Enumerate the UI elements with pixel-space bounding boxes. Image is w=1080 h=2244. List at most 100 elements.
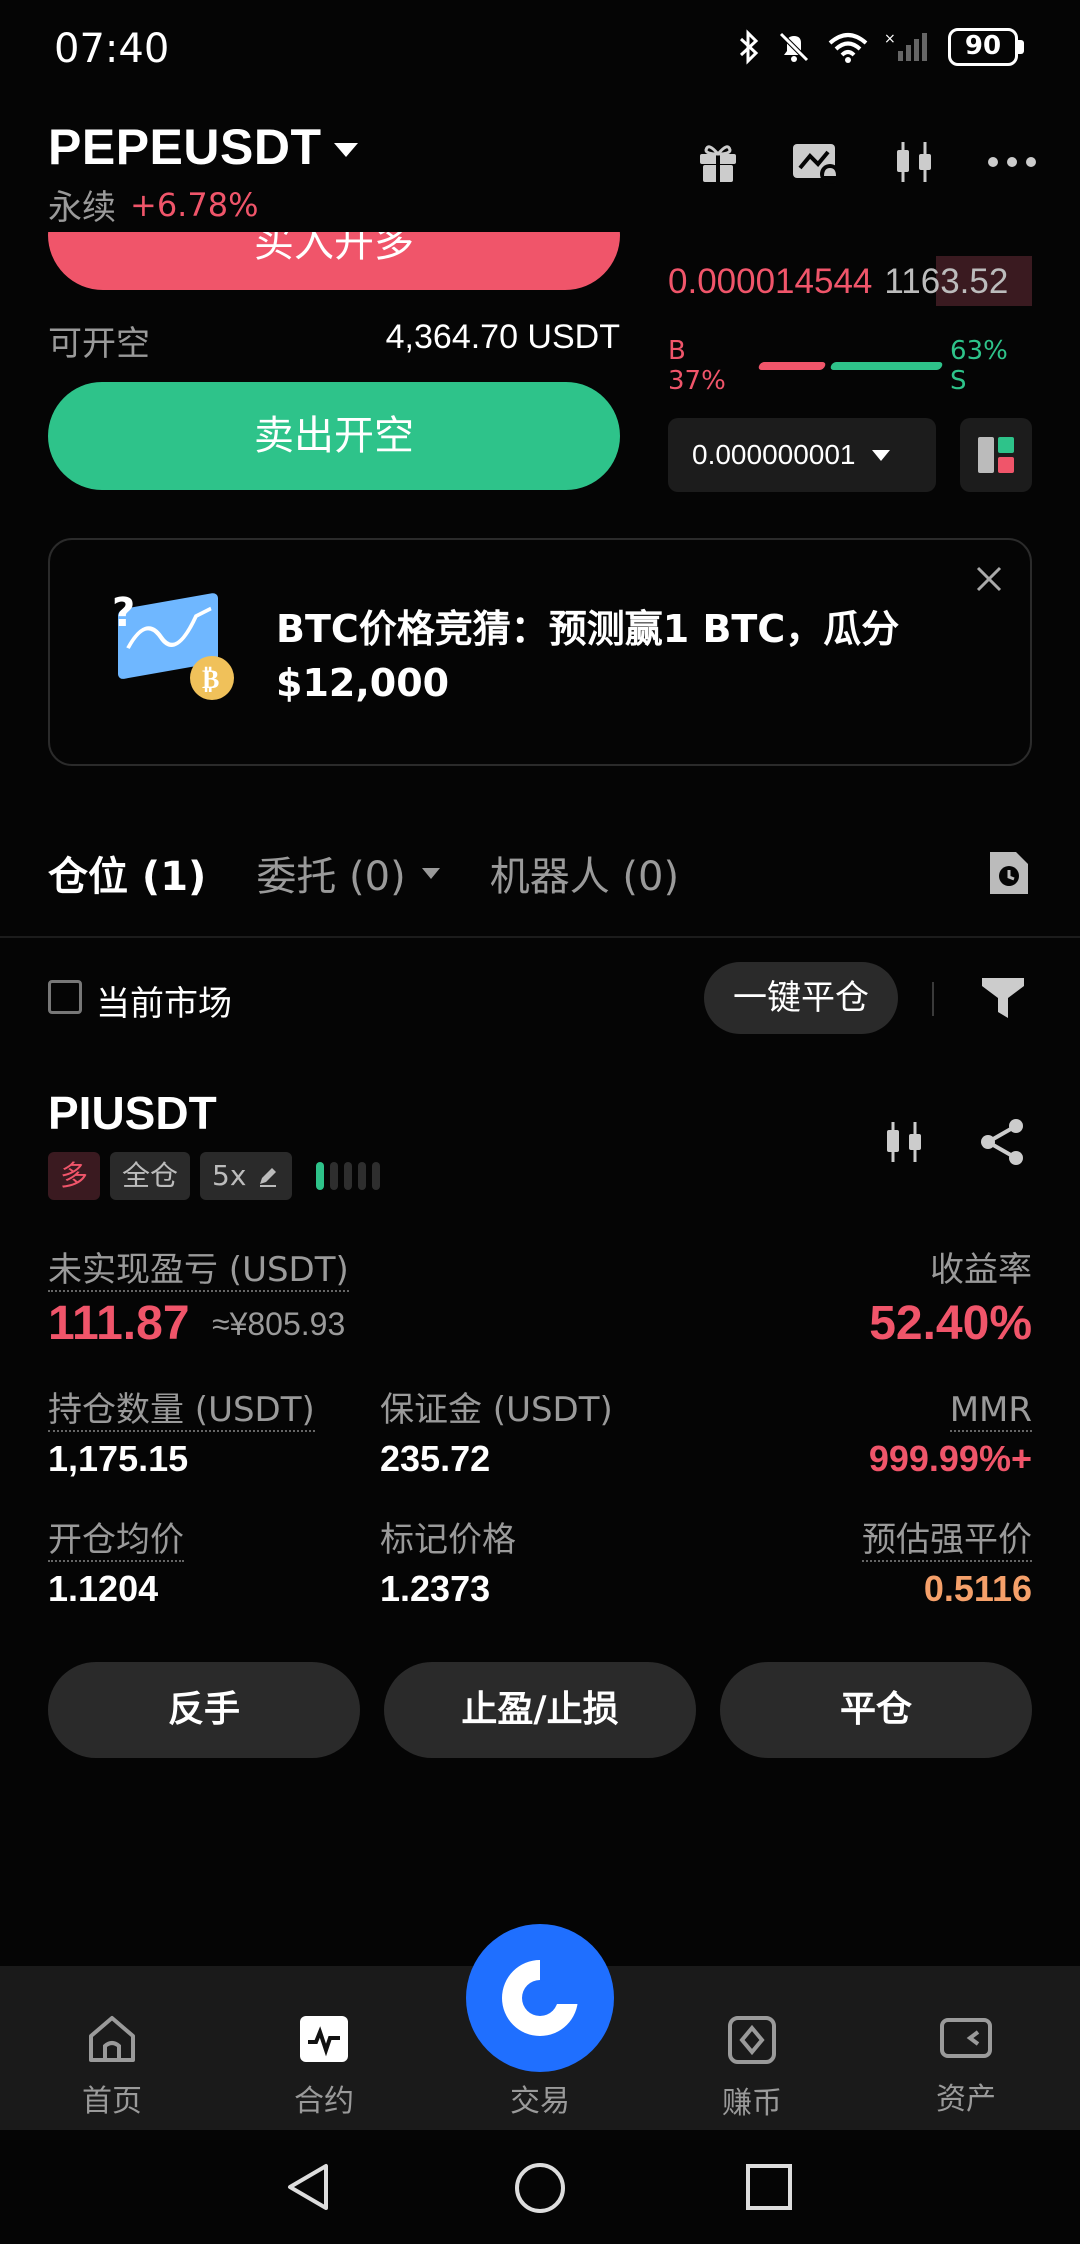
mmr-value: 999.99%+: [868, 1438, 1032, 1479]
recents-icon[interactable]: [744, 2162, 794, 2212]
precision-select[interactable]: 0.000000001: [668, 418, 936, 492]
layout-icon: [978, 437, 1014, 473]
trade-icon: [502, 1960, 578, 2036]
bluetooth-icon: [739, 29, 759, 65]
liq-price-label[interactable]: 预估强平价: [862, 1520, 1032, 1562]
mark-price-label: 标记价格: [380, 1520, 516, 1560]
chevron-down-icon: [871, 449, 890, 461]
nav-home-label: 首页: [82, 2084, 142, 2119]
position-strength-meter: [316, 1162, 381, 1190]
filter-icon[interactable]: [978, 972, 1028, 1022]
nav-assets-label: 资产: [936, 2082, 996, 2117]
nav-trade[interactable]: [466, 1924, 614, 2072]
edit-icon: [260, 1168, 277, 1187]
more-icon[interactable]: [984, 134, 1040, 190]
strength-bar: [344, 1162, 353, 1190]
status-time: 07:40: [54, 26, 170, 72]
margin-mode-badge: 全仓: [110, 1152, 191, 1200]
tab-orders[interactable]: 委托 (0): [256, 844, 440, 902]
roe-value: 52.40%: [869, 1297, 1032, 1350]
unrealized-pnl-label[interactable]: 未实现盈亏 (USDT): [48, 1250, 349, 1292]
entry-price-label[interactable]: 开仓均价: [48, 1520, 184, 1562]
btc-chart-illustration-icon: ₿ ?: [112, 592, 234, 700]
price-change: +6.78%: [130, 185, 259, 224]
mmr-label[interactable]: MMR: [949, 1390, 1032, 1432]
gift-icon[interactable]: [690, 134, 746, 190]
tab-positions-label: 仓位 (1): [48, 854, 207, 900]
battery-indicator: 90: [948, 28, 1024, 66]
chevron-down-icon: [333, 143, 358, 157]
home-icon: [89, 2016, 135, 2062]
unrealized-pnl-cny: ≈¥805.93: [212, 1306, 346, 1342]
candlestick-chart-icon[interactable]: [880, 1118, 928, 1166]
nav-futures[interactable]: 合约: [249, 2014, 399, 2120]
contract-type: 永续: [48, 188, 116, 228]
nav-futures-label: 合约: [294, 2084, 354, 2119]
sell-ratio: 63% S: [950, 336, 1008, 396]
history-icon[interactable]: [986, 848, 1032, 898]
strength-bar: [316, 1162, 325, 1190]
tab-positions[interactable]: 仓位 (1): [48, 844, 206, 902]
margin-value: 235.72: [380, 1438, 491, 1479]
sell-short-button[interactable]: 卖出开空: [48, 382, 620, 490]
nav-trade-label: 交易: [510, 2084, 570, 2119]
reverse-button[interactable]: 反手: [48, 1662, 360, 1758]
position-symbol[interactable]: PIUSDT: [48, 1086, 217, 1140]
leverage-value: 5x: [212, 1159, 247, 1192]
nav-assets[interactable]: 资产: [891, 2014, 1041, 2118]
ask-price: 0.000014544: [668, 262, 873, 301]
pair-selector[interactable]: PEPEUSDT: [48, 118, 358, 176]
position-size-label[interactable]: 持仓数量 (USDT): [48, 1390, 315, 1432]
share-icon[interactable]: [976, 1116, 1028, 1168]
battery-tip: [1018, 40, 1024, 54]
pair-name: PEPEUSDT: [48, 119, 322, 175]
svg-text:×: ×: [884, 31, 896, 47]
available-short-value: 4,364.70 USDT: [385, 318, 620, 356]
close-position-button[interactable]: 平仓: [720, 1662, 1032, 1758]
tab-orders-label: 委托 (0): [256, 854, 406, 900]
strength-bar: [358, 1162, 367, 1190]
orderbook-layout-button[interactable]: [960, 418, 1032, 492]
close-icon[interactable]: [974, 564, 1004, 594]
tab-bots-label: 机器人 (0): [489, 854, 680, 900]
precision-value: 0.000000001: [692, 439, 856, 470]
buy-ratio: B 37%: [668, 336, 726, 396]
strength-bar: [330, 1162, 339, 1190]
sell-ratio-bar: [829, 362, 944, 370]
status-bar: 07:40 × 90: [0, 0, 1080, 100]
price-alert-icon[interactable]: [788, 134, 844, 190]
svg-text:₿: ₿: [202, 665, 219, 695]
close-all-button[interactable]: 一键平仓: [704, 962, 898, 1034]
chevron-down-icon: [421, 867, 440, 879]
tabs-divider: [0, 936, 1080, 938]
wifi-icon: [828, 33, 868, 63]
nav-home[interactable]: 首页: [37, 2014, 187, 2120]
market-header: PEPEUSDT 永续 +6.78%: [0, 112, 1080, 232]
nav-earn[interactable]: 赚币: [677, 2014, 827, 2122]
tpsl-button[interactable]: 止盈/止损: [384, 1662, 696, 1758]
battery-level: 90: [948, 28, 1018, 66]
buy-sell-ratio: B 37% 63% S: [668, 336, 1032, 396]
tab-bots[interactable]: 机器人 (0): [490, 844, 679, 902]
side-badge: 多: [48, 1152, 101, 1200]
header-actions: [690, 134, 1040, 190]
sell-short-label: 卖出开空: [254, 413, 414, 459]
entry-price-value: 1.1204: [48, 1568, 159, 1609]
leverage-badge[interactable]: 5x: [200, 1152, 293, 1200]
ask-quantity: 1163.52: [884, 262, 1009, 301]
home-circle-icon[interactable]: [512, 2160, 568, 2216]
unrealized-pnl-value: 111.87: [48, 1297, 190, 1350]
available-short-label: 可开空: [48, 324, 150, 364]
mark-price-value: 1.2373: [380, 1568, 491, 1609]
current-market-checkbox[interactable]: [48, 980, 82, 1014]
orderbook-ask-row[interactable]: 0.000014544 1163.52: [668, 262, 1008, 302]
back-icon[interactable]: [282, 2160, 336, 2214]
filter-divider: [932, 982, 934, 1016]
promo-banner[interactable]: ₿ ? BTC价格竞猜：预测赢1 BTC，瓜分 $12,000: [48, 538, 1032, 766]
position-size-value: 1,175.15: [48, 1438, 189, 1479]
assets-icon: [940, 2018, 992, 2058]
promo-text: BTC价格竞猜：预测赢1 BTC，瓜分 $12,000: [276, 607, 900, 705]
candlestick-chart-icon[interactable]: [886, 134, 942, 190]
earn-icon: [728, 2016, 776, 2064]
strength-bar: [372, 1162, 381, 1190]
